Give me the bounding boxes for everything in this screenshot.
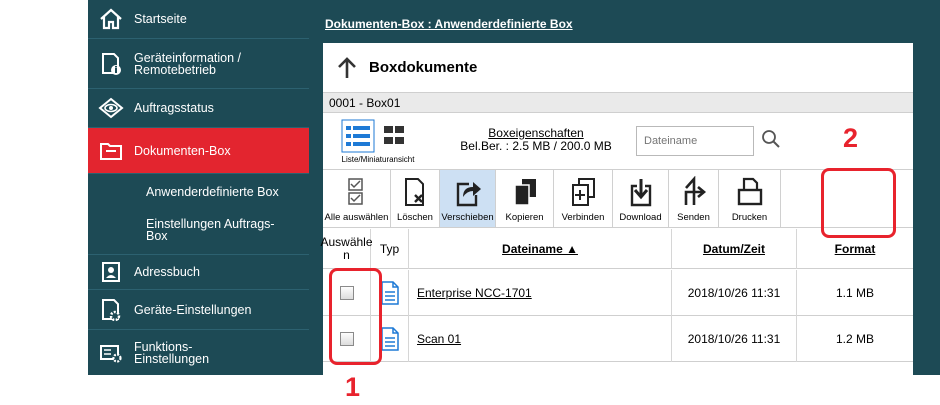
callout-number-2: 2 bbox=[843, 123, 859, 153]
print-label: Drucken bbox=[731, 212, 768, 223]
sidebar-subitem-label: Anwenderdefinierte Box bbox=[146, 185, 279, 199]
print-button[interactable]: Drucken bbox=[719, 170, 781, 227]
delete-label: Löschen bbox=[397, 212, 433, 223]
move-icon bbox=[456, 182, 481, 207]
column-format-label: Format bbox=[834, 242, 876, 256]
delete-icon bbox=[405, 178, 424, 206]
table-row[interactable]: Scan 01 2018/10/26 11:31 1.2 MB bbox=[323, 316, 913, 362]
view-toggle-label: Liste/Miniaturansicht bbox=[341, 155, 415, 164]
folder-icon bbox=[88, 140, 134, 162]
home-icon bbox=[88, 8, 134, 30]
merge-icon bbox=[572, 178, 595, 206]
sidebar-item-label: Geräteinformation / Remotebetrieb bbox=[134, 50, 241, 77]
copy-label: Kopieren bbox=[505, 212, 544, 223]
column-select-label: Auswähle n bbox=[320, 235, 373, 262]
box-name: 0001 - Box01 bbox=[323, 93, 913, 113]
file-size: 1.1 MB bbox=[835, 286, 874, 300]
sidebar-item-geraeteinformation[interactable]: Geräteinformation / Remotebetrieb bbox=[88, 39, 309, 89]
merge-label: Verbinden bbox=[561, 212, 605, 223]
file-datetime: 2018/10/26 11:31 bbox=[672, 270, 797, 316]
send-button[interactable]: Senden bbox=[669, 170, 719, 227]
column-type: Typ bbox=[371, 229, 409, 269]
document-icon bbox=[380, 281, 399, 305]
table-row[interactable]: Enterprise NCC-1701 2018/10/26 11:31 1.1… bbox=[323, 270, 913, 316]
sidebar-item-geraete-einstellungen[interactable]: Geräte-Einstellungen bbox=[88, 290, 309, 330]
sidebar-item-dokumenten-box[interactable]: Dokumenten-Box bbox=[88, 128, 309, 174]
column-select: Auswähle n bbox=[320, 229, 373, 269]
sidebar-item-label: Auftragsstatus bbox=[134, 101, 214, 115]
function-settings-icon bbox=[88, 341, 134, 365]
sidebar: Startseite Geräteinformation / Remotebet… bbox=[88, 0, 309, 375]
panel-header: Boxdokumente bbox=[323, 43, 913, 93]
sidebar-subitem-anwenderdefinierte-box[interactable]: Anwenderdefinierte Box bbox=[88, 185, 309, 199]
sidebar-item-auftragsstatus[interactable]: Auftragsstatus bbox=[88, 89, 309, 128]
select-all-label: Alle auswählen bbox=[324, 212, 389, 223]
file-datetime: 2018/10/26 11:31 bbox=[672, 316, 797, 362]
callout-box-checkboxes bbox=[329, 268, 382, 365]
thumbnail-view-icon bbox=[384, 126, 404, 144]
download-icon bbox=[630, 179, 651, 207]
copy-icon bbox=[513, 179, 536, 206]
device-info-icon bbox=[88, 51, 134, 77]
filename-search-input[interactable] bbox=[636, 126, 754, 156]
move-button[interactable]: Verschieben bbox=[440, 170, 496, 227]
download-label: Download bbox=[619, 212, 662, 223]
download-button[interactable]: Download bbox=[613, 170, 669, 227]
column-filename[interactable]: Dateiname ▲ bbox=[409, 229, 672, 269]
delete-button[interactable]: Löschen bbox=[391, 170, 440, 227]
sidebar-item-label: Funktions-Einstellungen bbox=[134, 339, 210, 366]
back-arrow-icon[interactable] bbox=[331, 56, 363, 80]
merge-button[interactable]: Verbinden bbox=[554, 170, 613, 227]
copy-button[interactable]: Kopieren bbox=[496, 170, 554, 227]
select-all-button[interactable]: Alle auswählen bbox=[323, 170, 391, 227]
box-usage: Bel.Ber. : 2.5 MB / 200.0 MB bbox=[460, 139, 612, 153]
send-icon bbox=[684, 176, 706, 205]
column-type-label: Typ bbox=[379, 242, 400, 256]
send-label: Senden bbox=[677, 212, 710, 223]
file-name-link[interactable]: Scan 01 bbox=[417, 332, 461, 346]
column-datetime-label: Datum/Zeit bbox=[702, 242, 765, 256]
move-label: Verschieben bbox=[441, 212, 494, 223]
sidebar-subitem-einstellungen-auftrags-box[interactable]: Einstellungen Auftrags-Box bbox=[88, 217, 309, 243]
file-name-link[interactable]: Enterprise NCC-1701 bbox=[417, 286, 532, 300]
print-icon bbox=[737, 177, 762, 206]
sidebar-item-funktions-einstellungen[interactable]: Funktions-Einstellungen bbox=[88, 330, 309, 375]
page-title: Boxdokumente bbox=[369, 59, 478, 76]
file-name-cell: Enterprise NCC-1701 bbox=[409, 270, 672, 316]
breadcrumb[interactable]: Dokumenten-Box : Anwenderdefinierte Box bbox=[325, 17, 573, 31]
address-book-icon bbox=[88, 260, 134, 284]
box-info-bar: Liste/Miniaturansicht Boxeigenschaften B… bbox=[323, 115, 913, 167]
device-settings-icon bbox=[88, 297, 134, 323]
sidebar-item-label: Dokumenten-Box bbox=[134, 143, 231, 158]
box-properties: Boxeigenschaften Bel.Ber. : 2.5 MB / 200… bbox=[441, 127, 631, 153]
document-icon bbox=[380, 327, 399, 351]
eye-icon bbox=[88, 97, 134, 119]
sidebar-item-startseite[interactable]: Startseite bbox=[88, 0, 309, 39]
select-all-icon bbox=[347, 178, 363, 205]
callout-box-print-button bbox=[821, 168, 896, 238]
column-datetime[interactable]: Datum/Zeit bbox=[672, 229, 797, 269]
view-toggle-button[interactable]: Liste/Miniaturansicht bbox=[327, 119, 429, 165]
callout-number-1: 1 bbox=[345, 372, 361, 402]
column-filename-label: Dateiname ▲ bbox=[502, 242, 578, 256]
sidebar-item-adressbuch[interactable]: Adressbuch bbox=[88, 254, 309, 290]
file-name-cell: Scan 01 bbox=[409, 316, 672, 362]
sidebar-subitem-label: Einstellungen Auftrags-Box bbox=[146, 217, 275, 243]
sidebar-item-label: Adressbuch bbox=[134, 265, 201, 279]
sidebar-item-label: Startseite bbox=[134, 12, 187, 26]
sidebar-item-label: Geräte-Einstellungen bbox=[134, 302, 252, 317]
file-size: 1.2 MB bbox=[835, 332, 874, 346]
list-view-icon bbox=[341, 119, 375, 153]
search-icon[interactable] bbox=[761, 129, 781, 152]
